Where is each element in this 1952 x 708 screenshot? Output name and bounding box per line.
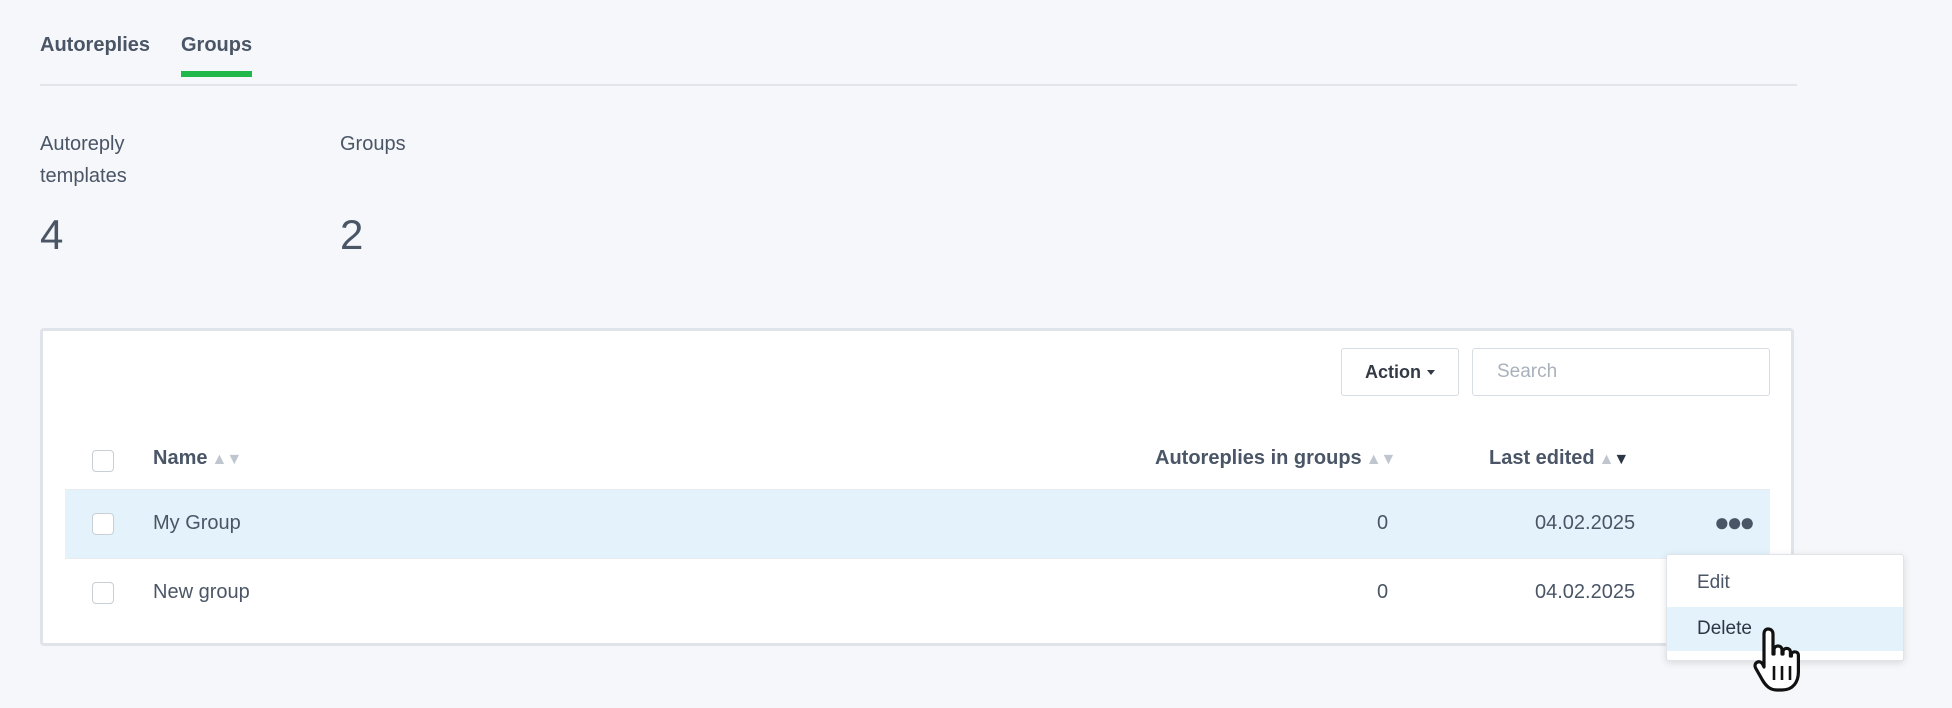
menu-item-label: Edit [1697, 572, 1730, 593]
column-label: Last edited [1489, 447, 1595, 469]
stat-autoreply-templates: Autoreply templates 4 [40, 128, 260, 258]
column-label: Name [153, 447, 208, 469]
tab-bar: Autoreplies Groups [40, 0, 1797, 86]
table-header: Name ▲▼ Autoreplies in groups ▲▼ Last edit… [65, 435, 1770, 489]
sort-arrows-icon[interactable]: ▲▼ [1599, 451, 1630, 468]
stat-label: Groups [340, 133, 406, 155]
more-horizontal-icon[interactable]: ●●● [1714, 507, 1755, 538]
column-label: Autoreplies in groups [1155, 447, 1362, 469]
tab-autoreplies[interactable]: Autoreplies [40, 34, 150, 77]
stat-value: 2 [340, 211, 364, 258]
autoreplies-count: 0 [1377, 581, 1389, 603]
last-edited-date: 04.02.2025 [1535, 512, 1636, 534]
table-row[interactable]: New group 0 04.02.2025 [65, 558, 1770, 627]
menu-item-label: Delete [1697, 618, 1752, 639]
autoreplies-count: 0 [1377, 512, 1389, 534]
stat-groups: Groups 2 [340, 128, 560, 258]
action-dropdown-button[interactable]: Action [1341, 348, 1459, 396]
group-name[interactable]: New group [153, 581, 250, 604]
last-edited-date: 04.02.2025 [1535, 581, 1636, 603]
menu-item-edit[interactable]: Edit [1667, 561, 1903, 605]
caret-down-icon [1427, 369, 1435, 375]
stat-value: 4 [40, 211, 64, 258]
action-button-label: Action [1365, 361, 1421, 382]
select-all-checkbox[interactable] [92, 450, 114, 472]
tab-groups[interactable]: Groups [181, 34, 253, 77]
sort-arrows-icon[interactable]: ▲▼ [1366, 451, 1397, 468]
table-row[interactable]: My Group 0 04.02.2025 ●●● [65, 489, 1770, 558]
sort-arrows-icon[interactable]: ▲▼ [211, 451, 242, 468]
stat-label: Autoreply templates [40, 133, 127, 187]
groups-table-card: Action Name▲▼ Autoreplies in groups▲▼ La… [40, 328, 1794, 646]
column-header-autoreplies[interactable]: Autoreplies in groups ▲▼ [1155, 447, 1397, 470]
search-input[interactable] [1472, 348, 1770, 396]
group-name[interactable]: My Group [153, 512, 241, 535]
hand-pointer-icon [1753, 627, 1800, 692]
column-header-name[interactable]: Name ▲▼ [153, 447, 242, 470]
row-checkbox[interactable] [92, 582, 114, 604]
column-header-last-edited[interactable]: Last edited ▲▼ [1489, 447, 1630, 470]
row-checkbox[interactable] [92, 513, 114, 535]
